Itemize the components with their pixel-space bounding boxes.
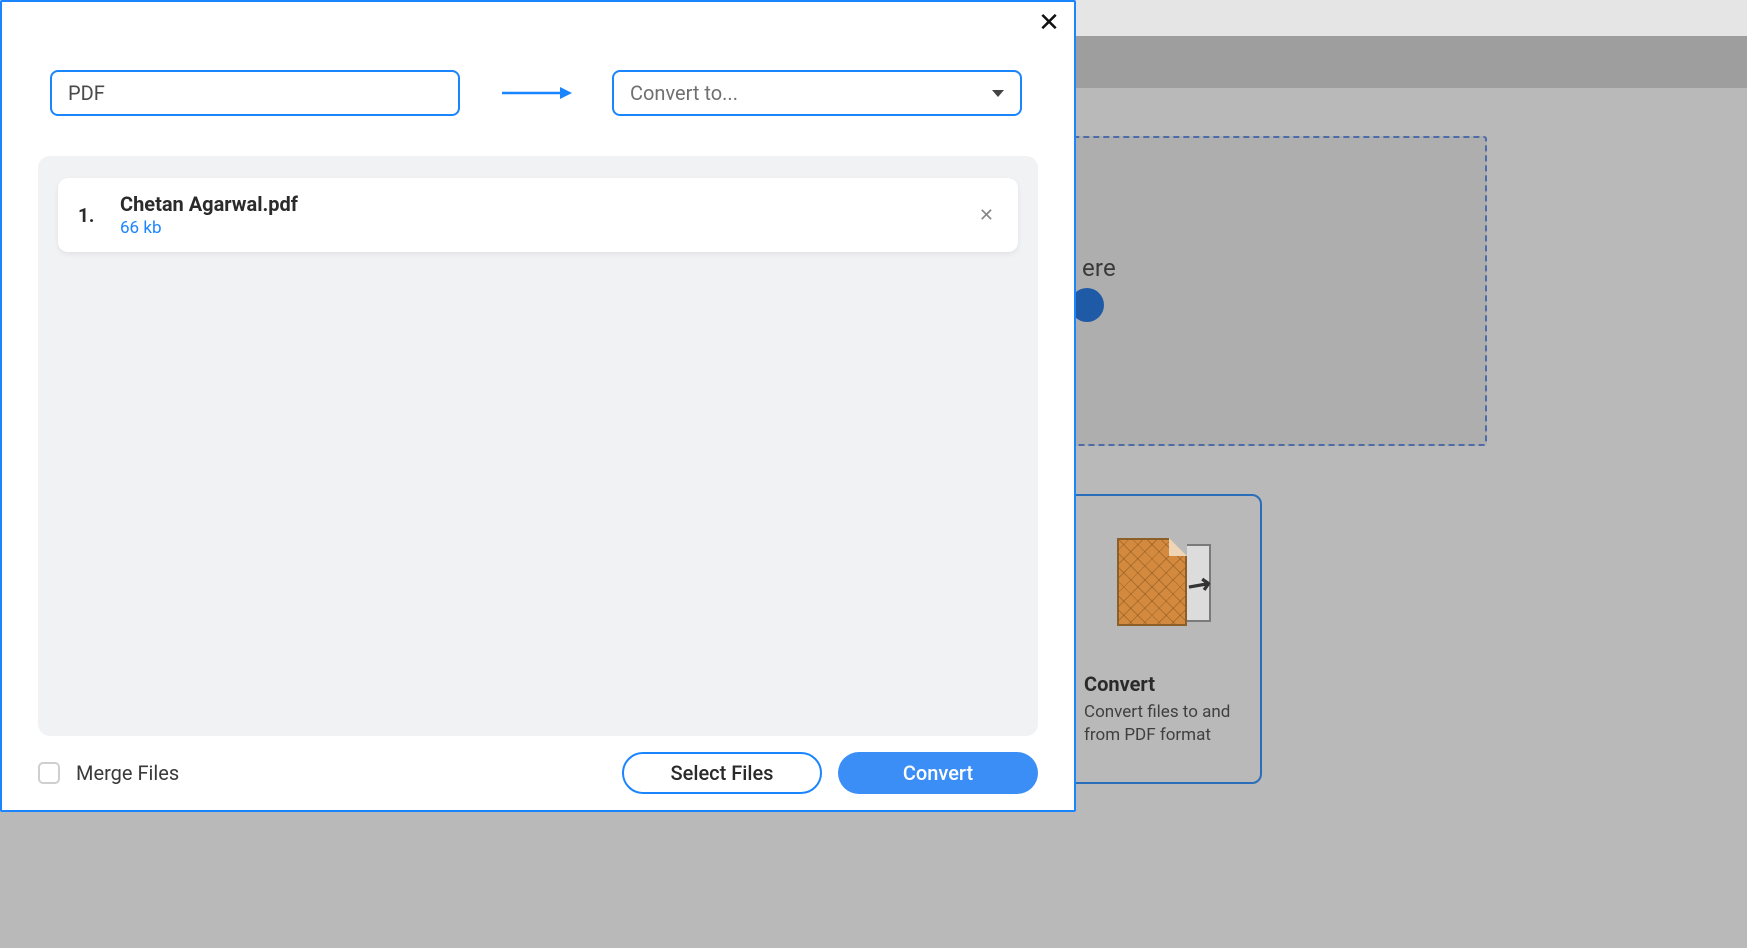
merge-files-label: Merge Files (76, 761, 606, 785)
close-icon: ✕ (979, 205, 994, 226)
select-files-button[interactable]: Select Files (622, 752, 822, 794)
merge-files-checkbox[interactable] (38, 762, 60, 784)
close-icon: ✕ (1038, 8, 1060, 38)
convert-button[interactable]: Convert (838, 752, 1038, 794)
document-convert-icon: ↗ (1107, 538, 1217, 638)
format-selector-row: PDF Convert to... (2, 10, 1074, 144)
convert-dialog: ✕ PDF Convert to... 1. Chetan Agarwal.pd… (0, 0, 1076, 812)
file-index: 1. (78, 204, 102, 227)
target-format-placeholder: Convert to... (630, 81, 738, 105)
file-size: 66 kb (120, 218, 957, 238)
chevron-down-icon (992, 90, 1004, 97)
dialog-footer: Merge Files Select Files Convert (2, 736, 1074, 810)
files-panel: 1. Chetan Agarwal.pdf 66 kb ✕ (38, 156, 1038, 736)
close-button[interactable]: ✕ (1036, 10, 1062, 36)
bg-card-convert-desc: Convert files to and from PDF format (1084, 701, 1240, 747)
bg-dropzone-text-fragment: ere (1082, 254, 1116, 282)
file-info: Chetan Agarwal.pdf 66 kb (120, 192, 957, 238)
bg-card-convert: ↗ Convert Convert files to and from PDF … (1062, 494, 1262, 784)
arrow-right-icon (500, 84, 572, 102)
file-item: 1. Chetan Agarwal.pdf 66 kb ✕ (58, 178, 1018, 252)
file-name: Chetan Agarwal.pdf (120, 192, 957, 216)
source-format-field[interactable]: PDF (50, 70, 460, 116)
source-format-value: PDF (68, 81, 105, 105)
remove-file-button[interactable]: ✕ (975, 201, 998, 230)
target-format-dropdown[interactable]: Convert to... (612, 70, 1022, 116)
bg-card-convert-title: Convert (1084, 672, 1240, 697)
